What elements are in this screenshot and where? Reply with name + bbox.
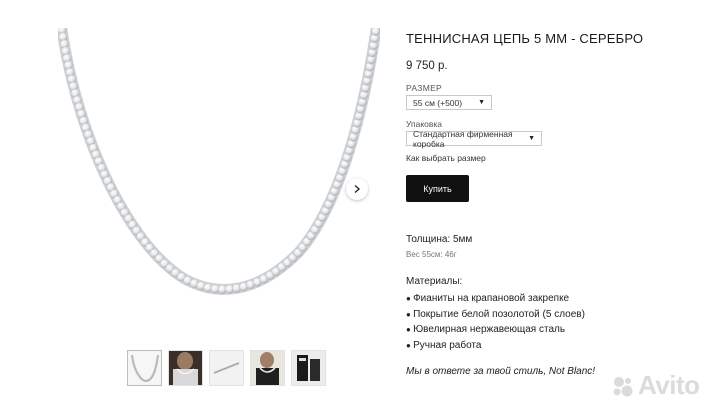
worn-chain-thumbnail-2[interactable] [250,350,285,386]
packaging-select[interactable]: Стандартная фирменная коробка ▼ [406,128,542,149]
chain-thumbnail[interactable] [127,350,162,386]
packaging-thumbnail[interactable] [291,350,326,386]
avito-watermark: Avito [612,370,700,401]
watermark-text: Avito [638,370,700,400]
size-label: РАЗМЕР [406,83,443,93]
product-price: 9 750 р. [406,60,448,72]
list-item: Фианиты на крапановой закрепке [406,291,585,307]
dropdown-arrow-icon: ▼ [528,135,535,142]
list-item: Ручная работа [406,338,585,354]
thickness-spec: Толщина: 5мм [406,234,473,245]
dropdown-arrow-icon: ▼ [478,99,485,106]
packaging-select-value: Стандартная фирменная коробка [413,128,513,149]
materials-heading: Материалы: [406,276,463,287]
packaging-label: Упаковка [406,119,443,129]
product-title: ТЕННИСНАЯ ЦЕПЬ 5 ММ - СЕРЕБРО [406,31,644,46]
size-select-value: 55 см (+500) [413,97,463,108]
size-guide-link[interactable]: Как выбрать размер [406,153,486,163]
materials-list: Фианиты на крапановой закрепке Покрытие … [406,291,585,354]
brand-slogan: Мы в ответе за твой стиль, Not Blanc! [406,366,596,377]
list-item: Покрытие белой позолотой (5 слоев) [406,307,585,323]
thumbnail-strip [127,350,326,386]
list-item: Ювелирная нержавеющая сталь [406,322,585,338]
avito-logo-icon [613,376,633,396]
worn-chain-thumbnail[interactable] [168,350,203,386]
main-product-image[interactable] [58,28,380,338]
buy-button[interactable]: Купить [406,175,469,202]
size-select[interactable]: 55 см (+500) ▼ [406,95,492,110]
next-image-button[interactable] [346,178,368,200]
chain-detail-thumbnail[interactable] [209,350,244,386]
weight-spec: Вес 55см: 46г [406,250,457,259]
product-gallery [0,0,380,413]
chevron-right-icon [354,185,360,193]
